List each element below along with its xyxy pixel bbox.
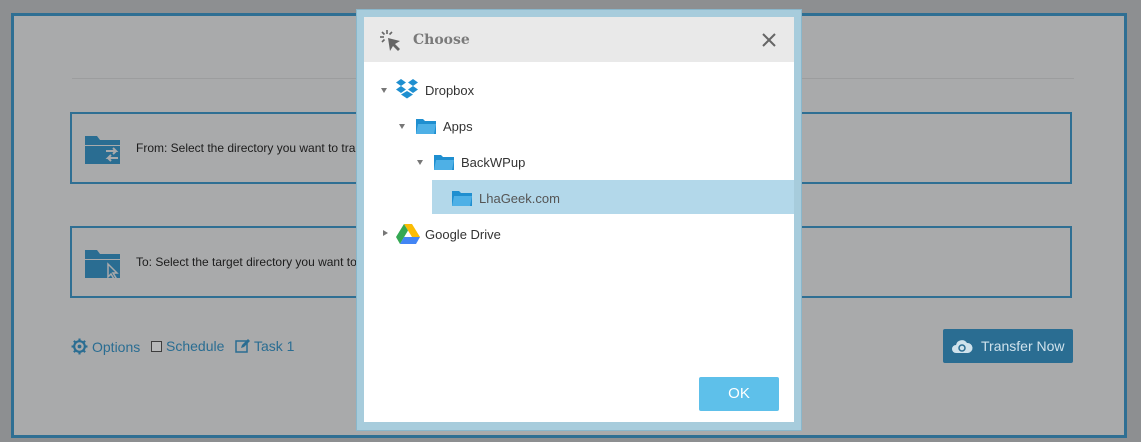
- tree-node-label: Dropbox: [425, 83, 475, 98]
- choose-dialog: Choose Dropbox Apps BackWPup LhaGeek.com…: [364, 17, 794, 422]
- dropbox-icon: [396, 79, 418, 99]
- edit-icon: [235, 338, 250, 353]
- transfer-now-label: Transfer Now: [981, 338, 1065, 354]
- folder-icon: [434, 155, 454, 170]
- click-cursor-icon: [380, 30, 400, 51]
- task-label: Task 1: [254, 338, 295, 354]
- tree-node-label: BackWPup: [461, 155, 526, 170]
- cloud-sync-icon: [952, 340, 973, 353]
- options-label: Options: [92, 338, 141, 355]
- tree-node-backwpup[interactable]: BackWPup: [364, 145, 794, 179]
- transfer-now-button[interactable]: Transfer Now: [943, 329, 1073, 363]
- close-icon: [762, 33, 776, 47]
- options-link[interactable]: Options: [71, 338, 140, 355]
- tree-node-apps[interactable]: Apps: [364, 109, 794, 143]
- checkbox-square[interactable]: [151, 340, 162, 352]
- tree-node-label: Apps: [443, 119, 473, 134]
- tree-node-label: Google Drive: [425, 227, 501, 242]
- ok-button[interactable]: OK: [699, 377, 779, 411]
- schedule-checkbox[interactable]: Schedule: [151, 338, 224, 354]
- dialog-title: Choose: [413, 32, 470, 48]
- close-button[interactable]: [760, 31, 778, 49]
- tree-node-google-drive[interactable]: Google Drive: [364, 217, 794, 251]
- source-directory-text: From: Select the directory you want to t…: [136, 141, 356, 155]
- google-drive-icon: [396, 224, 420, 244]
- dialog-header: Choose: [364, 17, 794, 62]
- expand-caret-icon[interactable]: [381, 88, 387, 93]
- folder-icon: [416, 119, 436, 134]
- schedule-label: Schedule: [166, 338, 225, 354]
- folder-transfer-icon: [85, 136, 120, 164]
- tree-node-dropbox[interactable]: Dropbox: [364, 73, 794, 107]
- tree-node-label: LhaGeek.com: [479, 191, 560, 206]
- gear-icon: [71, 338, 88, 355]
- target-directory-text: To: Select the target directory you want…: [136, 255, 357, 269]
- collapse-caret-icon[interactable]: [383, 230, 388, 236]
- expand-caret-icon[interactable]: [417, 160, 423, 165]
- folder-cursor-icon: [85, 250, 120, 280]
- expand-caret-icon[interactable]: [399, 124, 405, 129]
- folder-icon: [452, 191, 472, 206]
- task-name-link[interactable]: Task 1: [235, 338, 294, 354]
- tree-node-lhageek-selected[interactable]: LhaGeek.com: [432, 180, 794, 214]
